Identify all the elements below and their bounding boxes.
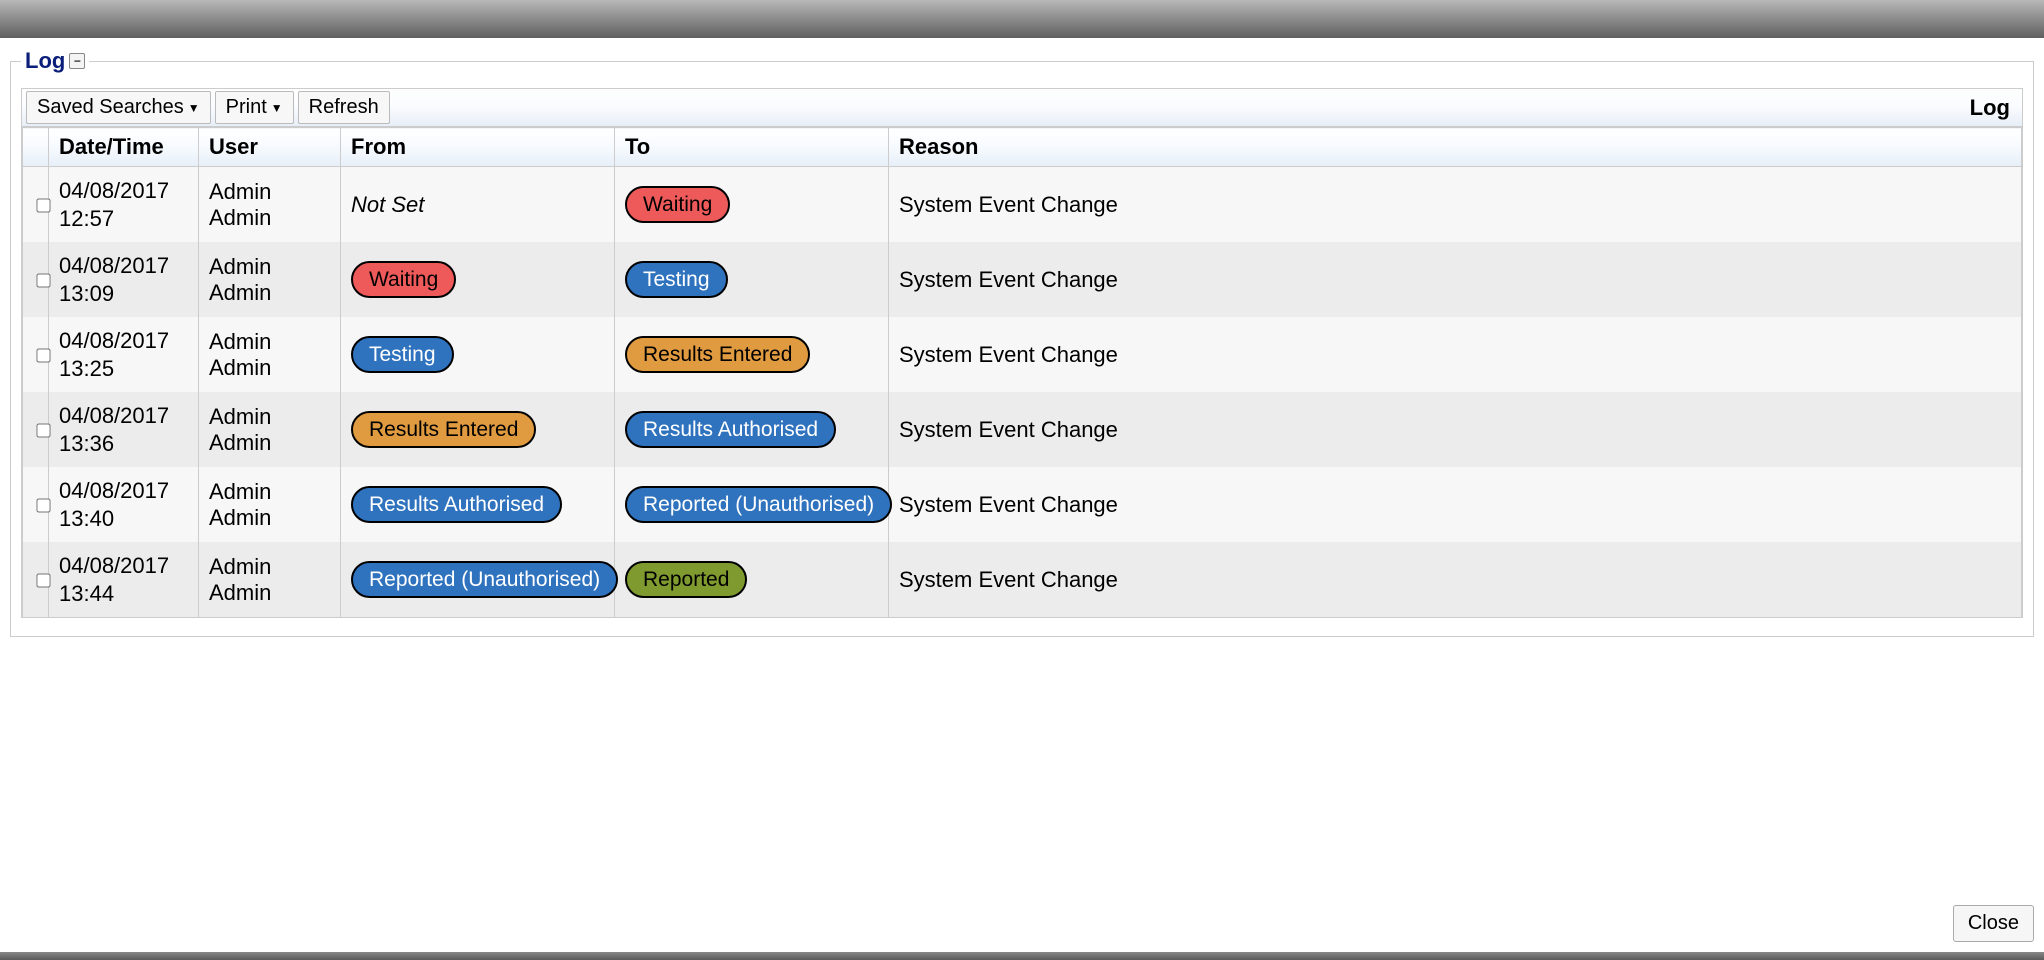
row-checkbox-cell xyxy=(23,317,49,392)
cell-user: Admin Admin xyxy=(199,392,341,467)
col-header-reason[interactable]: Reason xyxy=(889,128,2022,167)
cell-user: Admin Admin xyxy=(199,167,341,243)
table-row[interactable]: 04/08/2017 13:09Admin Admin Waiting Testin… xyxy=(23,242,2022,317)
cell-user: Admin Admin xyxy=(199,542,341,617)
cell-reason: System Event Change xyxy=(889,392,2022,467)
cell-from: Results Entered xyxy=(341,392,615,467)
log-table: Date/Time User From To Reason 04/08/2017… xyxy=(22,127,2022,617)
dropdown-arrow-icon: ▼ xyxy=(271,101,283,115)
window-bottombar xyxy=(0,952,2044,960)
table-row[interactable]: 04/08/2017 13:25Admin Admin Testing Result… xyxy=(23,317,2022,392)
cell-from: Reported (Unauthorised) xyxy=(341,542,615,617)
dropdown-arrow-icon: ▼ xyxy=(188,101,200,115)
log-panel: Saved Searches ▼ Print ▼ Refresh Log xyxy=(21,88,2023,618)
collapse-toggle-icon[interactable]: − xyxy=(69,53,85,69)
print-label: Print xyxy=(226,96,267,119)
log-legend-title: Log xyxy=(25,48,65,74)
log-legend: Log − xyxy=(21,48,89,74)
window-titlebar xyxy=(0,0,2044,38)
refresh-label: Refresh xyxy=(309,96,379,119)
row-checkbox[interactable] xyxy=(36,498,50,512)
status-badge: Results Authorised xyxy=(351,486,562,523)
datetime-text: 04/08/2017 13:36 xyxy=(59,402,188,457)
row-checkbox[interactable] xyxy=(36,198,50,212)
row-checkbox[interactable] xyxy=(36,348,50,362)
cell-user: Admin Admin xyxy=(199,317,341,392)
status-badge: Results Entered xyxy=(625,336,810,373)
cell-to: Reported (Unauthorised) xyxy=(615,467,889,542)
table-row[interactable]: 04/08/2017 13:44Admin Admin Reported (Una… xyxy=(23,542,2022,617)
cell-from: Testing xyxy=(341,317,615,392)
table-header-row: Date/Time User From To Reason xyxy=(23,128,2022,167)
cell-from: Results Authorised xyxy=(341,467,615,542)
saved-searches-dropdown[interactable]: Saved Searches ▼ xyxy=(26,91,211,124)
cell-datetime: 04/08/2017 13:44 xyxy=(49,542,199,617)
cell-datetime: 04/08/2017 13:25 xyxy=(49,317,199,392)
cell-to: Waiting xyxy=(615,167,889,243)
row-checkbox-cell xyxy=(23,392,49,467)
cell-reason: System Event Change xyxy=(889,167,2022,243)
cell-user: Admin Admin xyxy=(199,242,341,317)
toolbar: Saved Searches ▼ Print ▼ Refresh Log xyxy=(22,89,2022,127)
status-badge: Results Entered xyxy=(351,411,536,448)
cell-from: Not Set xyxy=(341,167,615,243)
table-row[interactable]: 04/08/2017 12:57Admin Admin Not Set Waitin… xyxy=(23,167,2022,243)
log-fieldset: Log − Saved Searches ▼ Print ▼ Refresh L… xyxy=(10,48,2034,637)
datetime-text: 04/08/2017 13:09 xyxy=(59,252,188,307)
row-checkbox-cell xyxy=(23,167,49,243)
cell-reason: System Event Change xyxy=(889,242,2022,317)
cell-to: Reported xyxy=(615,542,889,617)
cell-datetime: 04/08/2017 13:36 xyxy=(49,392,199,467)
col-header-check[interactable] xyxy=(23,128,49,167)
cell-to: Testing xyxy=(615,242,889,317)
row-checkbox[interactable] xyxy=(36,423,50,437)
row-checkbox-cell xyxy=(23,242,49,317)
from-text: Not Set xyxy=(351,192,424,217)
table-row[interactable]: 04/08/2017 13:36Admin Admin Results Enter… xyxy=(23,392,2022,467)
row-checkbox-cell xyxy=(23,542,49,617)
table-row[interactable]: 04/08/2017 13:40Admin Admin Results Autho… xyxy=(23,467,2022,542)
cell-datetime: 04/08/2017 13:09 xyxy=(49,242,199,317)
cell-reason: System Event Change xyxy=(889,317,2022,392)
refresh-button[interactable]: Refresh xyxy=(298,91,390,124)
cell-from: Waiting xyxy=(341,242,615,317)
row-checkbox[interactable] xyxy=(36,573,50,587)
col-header-to[interactable]: To xyxy=(615,128,889,167)
status-badge: Reported (Unauthorised) xyxy=(625,486,892,523)
col-header-user[interactable]: User xyxy=(199,128,341,167)
close-button[interactable]: Close xyxy=(1953,905,2034,942)
print-dropdown[interactable]: Print ▼ xyxy=(215,91,294,124)
status-badge: Reported xyxy=(625,561,747,598)
datetime-text: 04/08/2017 12:57 xyxy=(59,177,188,232)
cell-to: Results Authorised xyxy=(615,392,889,467)
datetime-text: 04/08/2017 13:25 xyxy=(59,327,188,382)
status-badge: Results Authorised xyxy=(625,411,836,448)
cell-to: Results Entered xyxy=(615,317,889,392)
cell-user: Admin Admin xyxy=(199,467,341,542)
row-checkbox[interactable] xyxy=(36,273,50,287)
row-checkbox-cell xyxy=(23,467,49,542)
status-badge: Waiting xyxy=(625,186,730,223)
col-header-from[interactable]: From xyxy=(341,128,615,167)
status-badge: Testing xyxy=(625,261,728,298)
cell-datetime: 04/08/2017 13:40 xyxy=(49,467,199,542)
cell-reason: System Event Change xyxy=(889,467,2022,542)
datetime-text: 04/08/2017 13:44 xyxy=(59,552,188,607)
cell-reason: System Event Change xyxy=(889,542,2022,617)
cell-datetime: 04/08/2017 12:57 xyxy=(49,167,199,243)
status-badge: Waiting xyxy=(351,261,456,298)
toolbar-title: Log xyxy=(1970,95,2018,121)
col-header-datetime[interactable]: Date/Time xyxy=(49,128,199,167)
status-badge: Testing xyxy=(351,336,454,373)
saved-searches-label: Saved Searches xyxy=(37,96,184,119)
datetime-text: 04/08/2017 13:40 xyxy=(59,477,188,532)
status-badge: Reported (Unauthorised) xyxy=(351,561,618,598)
